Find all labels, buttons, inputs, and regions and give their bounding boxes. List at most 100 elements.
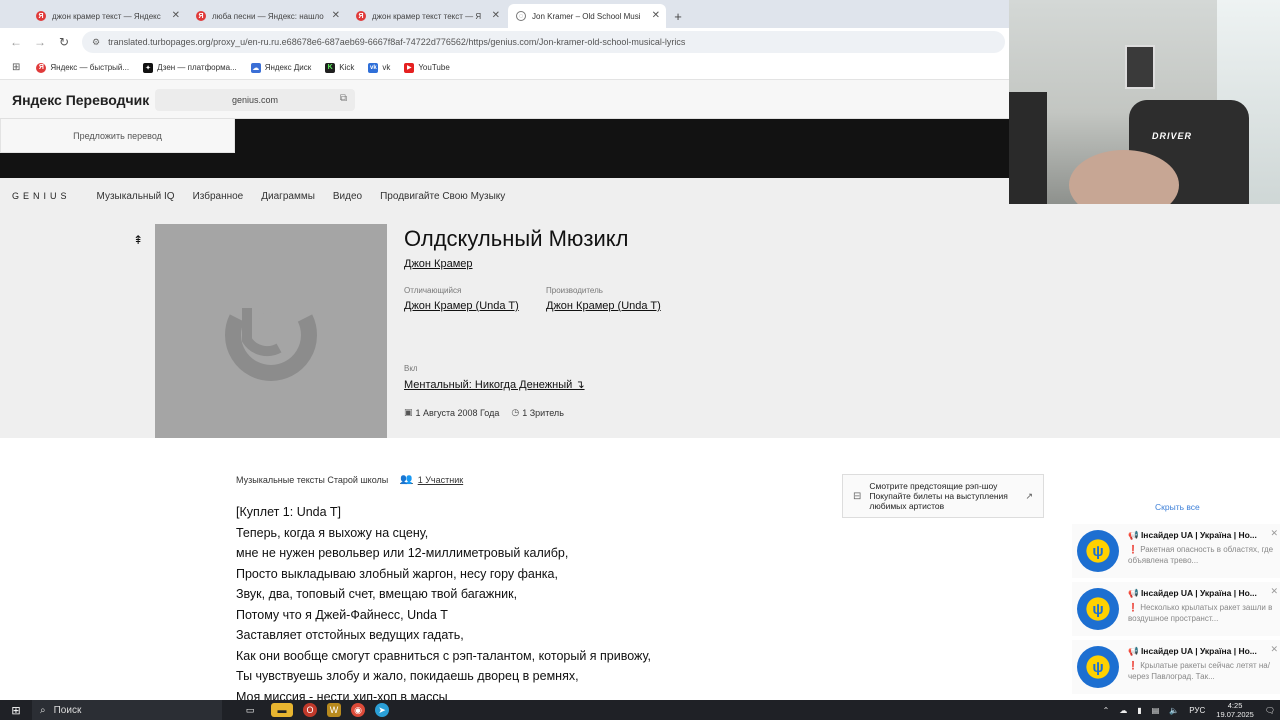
system-tray: ⌃ ☁ ▮ ▤ 🔈 РУС 4:25 19.07.2025 🗨 bbox=[1098, 700, 1280, 720]
lyrics-header: Музыкальные тексты Старой школы 👥 1 Учас… bbox=[236, 474, 463, 485]
nav-featured[interactable]: Избранное bbox=[193, 191, 244, 202]
search-icon: ⌕ bbox=[40, 704, 46, 716]
lyrics-line[interactable]: Теперь, когда я выхожу на сцену, bbox=[236, 523, 651, 544]
apps-grid-icon[interactable]: ⊞ bbox=[12, 62, 20, 73]
close-icon[interactable]: ✕ bbox=[172, 10, 180, 21]
game-launcher-icon[interactable]: W bbox=[327, 703, 341, 717]
lyrics-line[interactable]: Заставляет отстойных ведущих гадать, bbox=[236, 625, 651, 646]
featuring-link[interactable]: Джон Крамер (Unda T) bbox=[404, 300, 519, 312]
original-site-field[interactable]: genius.com ⧉ bbox=[155, 89, 355, 111]
notification-card[interactable]: ψ 📢 Інсайдер UA | Україна | Но... ❗ Раке… bbox=[1072, 524, 1280, 578]
opera-icon[interactable]: O bbox=[303, 703, 317, 717]
chair-logo-text: DRIVER bbox=[1152, 131, 1193, 141]
vk-icon: vk bbox=[368, 62, 379, 73]
lyrics-line[interactable]: Звук, два, топовый счет, вмещаю твой баг… bbox=[236, 584, 651, 605]
promo-line-1: Смотрите предстоящие рэп-шоу bbox=[869, 481, 998, 491]
nav-charts[interactable]: Диаграммы bbox=[261, 191, 315, 202]
new-tab-button[interactable]: + bbox=[668, 4, 688, 28]
telegram-icon[interactable]: ➤ bbox=[375, 703, 389, 717]
close-icon[interactable]: ✕ bbox=[1270, 644, 1278, 655]
volume-icon[interactable]: 🔈 bbox=[1169, 706, 1179, 715]
lyrics-line[interactable]: Как они вообще смогут сравниться с рэп-т… bbox=[236, 646, 651, 667]
calendar-icon: ▣ bbox=[404, 407, 413, 417]
translator-brand[interactable]: Яндекс Переводчик bbox=[12, 92, 149, 108]
users-icon: 👥 bbox=[400, 474, 413, 485]
release-date: 1 Августа 2008 Года bbox=[415, 407, 500, 418]
kick-icon: K bbox=[325, 62, 336, 73]
lyrics-line[interactable]: Просто выкладываю злобный жаргон, несу г… bbox=[236, 564, 651, 585]
close-icon[interactable]: ✕ bbox=[1270, 586, 1278, 597]
notification-body: ❗ Крылатые ракеты сейчас летят на/через … bbox=[1128, 660, 1276, 682]
ukraine-trident-icon: ψ bbox=[1077, 646, 1119, 688]
nav-promote-music[interactable]: Продвигайте Свою Музыку bbox=[380, 191, 505, 202]
chrome-icon[interactable]: ◉ bbox=[351, 703, 365, 717]
album-link[interactable]: Ментальный: Никогда Денежный ↴ bbox=[404, 378, 585, 391]
file-explorer-icon[interactable]: ▬ bbox=[271, 703, 293, 717]
taskbar-apps: ▭ ▬ O W ◉ ➤ bbox=[234, 703, 394, 717]
lyrics-line[interactable]: [Куплет 1: Unda T] bbox=[236, 502, 651, 523]
notification-card[interactable]: ψ 📢 Інсайдер UA | Україна | Но... ❗ Крыл… bbox=[1072, 640, 1280, 694]
youtube-icon: ▶ bbox=[404, 62, 415, 73]
forward-arrow-icon[interactable]: → bbox=[28, 35, 52, 49]
webcam-overlay: DRIVER bbox=[1009, 0, 1280, 204]
battery-icon[interactable]: ▮ bbox=[1137, 706, 1141, 715]
browser-tab-2[interactable]: Я люба песни — Яндекс: нашло ✕ bbox=[188, 4, 346, 28]
bookmark-yandex[interactable]: Я Яндекс — быстрый... bbox=[36, 62, 129, 73]
task-view-icon[interactable]: ▭ bbox=[239, 703, 261, 717]
cloud-icon[interactable]: ☁ bbox=[1119, 706, 1127, 715]
taskbar-search[interactable]: ⌕ Поиск bbox=[32, 700, 222, 720]
pyong-icon[interactable]: ⇞ bbox=[133, 233, 143, 247]
bookmark-vk[interactable]: vk vk bbox=[368, 62, 390, 73]
browser-tab-1[interactable]: Я джон крамер текст — Яндекс ✕ bbox=[28, 4, 186, 28]
promo-text: Смотрите предстоящие рэп-шоу Покупайте б… bbox=[869, 481, 1021, 511]
external-link-icon[interactable]: ⧉ bbox=[340, 93, 347, 104]
close-icon[interactable]: ✕ bbox=[652, 10, 660, 21]
site-settings-icon[interactable]: ⚙ bbox=[92, 37, 100, 48]
notification-title: 📢 Інсайдер UA | Україна | Но... bbox=[1128, 588, 1257, 598]
arrow-out-icon: ↗ bbox=[1025, 490, 1033, 501]
bookmark-kick[interactable]: K Kick bbox=[325, 62, 354, 73]
reload-icon[interactable]: ↻ bbox=[52, 35, 76, 49]
windows-start-icon[interactable]: ⊞ bbox=[0, 704, 32, 717]
lyrics-line[interactable]: Потому что я Джей-Файнесс, Unda T bbox=[236, 605, 651, 626]
notification-title: 📢 Інсайдер UA | Україна | Но... bbox=[1128, 646, 1257, 656]
bookmark-youtube[interactable]: ▶ YouTube bbox=[404, 62, 450, 73]
lyrics-line[interactable]: мне не нужен револьвер или 12-миллиметро… bbox=[236, 543, 651, 564]
contributors-link[interactable]: 👥 1 Участник bbox=[400, 474, 463, 485]
artist-link[interactable]: Джон Крамер bbox=[404, 258, 473, 270]
genius-placeholder-icon bbox=[225, 308, 317, 381]
hide-all-notifications[interactable]: Скрыть все bbox=[1155, 502, 1200, 512]
yandex-icon: Я bbox=[356, 11, 366, 21]
suggest-translation-button[interactable]: Предложить перевод bbox=[0, 119, 235, 153]
browser-tab-3[interactable]: Я джон крамер текст текст — Я ✕ bbox=[348, 4, 506, 28]
genius-logo[interactable]: GENIUS bbox=[12, 191, 71, 201]
clock-date: 19.07.2025 bbox=[1216, 710, 1254, 719]
notification-card[interactable]: ψ 📢 Інсайдер UA | Україна | Но... ❗ Неск… bbox=[1072, 582, 1280, 636]
notification-center-icon[interactable]: 🗨 bbox=[1265, 706, 1275, 715]
producer-link[interactable]: Джон Крамер (Unda T) bbox=[546, 300, 661, 312]
close-icon[interactable]: ✕ bbox=[492, 10, 500, 21]
bookmark-yandex-disk[interactable]: ☁ Яндекс Диск bbox=[250, 62, 311, 73]
globe-icon: ◌ bbox=[516, 11, 526, 21]
rap-shows-promo[interactable]: ⊟ Смотрите предстоящие рэп-шоу Покупайте… bbox=[842, 474, 1044, 518]
clock[interactable]: 4:25 19.07.2025 bbox=[1216, 701, 1254, 719]
chevron-up-icon[interactable]: ⌃ bbox=[1103, 706, 1110, 715]
album-cover bbox=[155, 224, 387, 455]
contributors-count: 1 Участник bbox=[417, 474, 464, 485]
url-field[interactable]: ⚙ translated.turbopages.org/proxy_u/en-r… bbox=[82, 31, 1005, 53]
browser-tab-4-active[interactable]: ◌ Jon Kramer – Old School Musi ✕ bbox=[508, 4, 666, 28]
song-meta: ▣ 1 Августа 2008 Года ◷ 1 Зритель bbox=[404, 407, 564, 418]
close-icon[interactable]: ✕ bbox=[1270, 528, 1278, 539]
song-title: Олдскульный Мюзикл bbox=[404, 226, 629, 251]
lyrics-line[interactable]: Ты чувствуешь злобу и жало, покидаешь дв… bbox=[236, 666, 651, 687]
webcam-background bbox=[1009, 92, 1047, 204]
network-icon[interactable]: ▤ bbox=[1152, 706, 1160, 715]
bookmark-dzen[interactable]: ✦ Дзен — платформа... bbox=[143, 62, 237, 73]
language-indicator[interactable]: РУС bbox=[1189, 706, 1205, 715]
nav-videos[interactable]: Видео bbox=[333, 191, 362, 202]
back-arrow-icon[interactable]: ← bbox=[4, 35, 28, 49]
bookmark-label: YouTube bbox=[418, 63, 450, 72]
close-icon[interactable]: ✕ bbox=[332, 10, 340, 21]
nav-music-iq[interactable]: Музыкальный IQ bbox=[97, 191, 175, 202]
tab-title: джон крамер текст текст — Я bbox=[372, 11, 482, 21]
